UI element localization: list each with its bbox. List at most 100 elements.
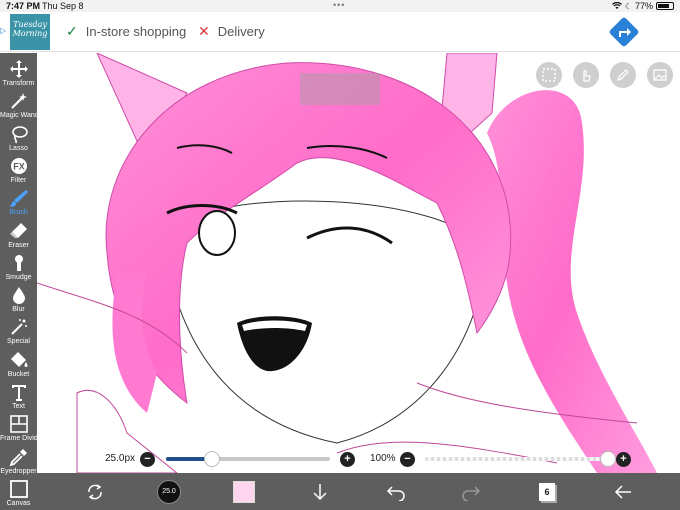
opacity-label: 100% (370, 453, 396, 464)
eyedropper-icon (9, 447, 29, 467)
tool-label: Filter (10, 176, 27, 184)
tool-label: Canvas (6, 499, 31, 507)
redo-icon (462, 486, 481, 501)
tool-canvas[interactable]: Canvas (0, 476, 37, 510)
ruler-button[interactable] (610, 62, 636, 88)
battery-fill (658, 4, 669, 8)
check-icon: ✓ (66, 23, 78, 39)
status-bar: 7:47 PM Thu Sep 8 ••• ☾ 77% (0, 0, 680, 12)
tool-label: Eraser (8, 241, 29, 249)
tool-label: Text (12, 403, 25, 410)
canvas-icon (9, 479, 29, 499)
undo-button[interactable] (382, 478, 410, 506)
rotate-arrows-icon (88, 484, 102, 500)
image-icon (653, 69, 667, 81)
bucket-icon (9, 350, 29, 370)
ad-brand-line2: Morning (12, 29, 48, 38)
brush-size-slider[interactable] (166, 451, 330, 467)
tool-lasso[interactable]: Lasso (0, 121, 37, 155)
tool-bucket[interactable]: Bucket (0, 347, 37, 381)
tool-label: Transform (2, 80, 35, 87)
selection-hint (300, 73, 380, 105)
status-date: Thu Sep 8 (42, 1, 84, 11)
tool-label: Blur (12, 306, 25, 314)
tool-special[interactable]: Special (0, 314, 37, 348)
ad-option-delivery-label: Delivery (217, 24, 265, 39)
current-color-swatch (233, 481, 255, 503)
directions-icon[interactable] (608, 16, 640, 48)
move-icon (9, 59, 29, 79)
ad-banner[interactable]: ▷ Tuesday Morning ✓ In-store shopping ✕ … (0, 12, 680, 52)
status-time: 7:47 PM (6, 1, 41, 11)
tool-eyedropper[interactable]: Eyedropper (0, 444, 37, 478)
tool-label: Lasso (9, 144, 28, 152)
frame-divider-icon (9, 414, 29, 434)
blur-drop-icon (9, 285, 29, 305)
drawing-canvas[interactable] (37, 53, 680, 473)
bottom-toolbar: 25.0 6 (37, 473, 680, 510)
transform-toggle-button[interactable] (81, 478, 109, 506)
layers-button[interactable]: 6 (533, 478, 561, 506)
tool-filter[interactable]: FX Filter (0, 153, 37, 187)
battery-icon (656, 2, 674, 10)
tool-label: Smudge (5, 273, 32, 281)
tool-blur[interactable]: Blur (0, 282, 37, 316)
tool-eraser[interactable]: Eraser (0, 218, 37, 252)
tool-magic-wand[interactable]: Magic Wand (0, 88, 39, 122)
touch-button[interactable] (573, 62, 599, 88)
app-screen: 7:47 PM Thu Sep 8 ••• ☾ 77% ▷ Tuesday Mo… (0, 0, 680, 510)
tool-text[interactable]: Text (0, 379, 37, 413)
dashed-select-icon (542, 68, 556, 82)
brush-preview: 25.0 (157, 480, 181, 504)
ad-brand-line1: Tuesday (13, 20, 47, 29)
size-decrease-button[interactable]: − (140, 452, 155, 467)
brush-slider-row: 25.0px − + 100% − + (100, 449, 640, 469)
tool-smudge[interactable]: Smudge (0, 250, 37, 284)
hand-pointer-icon (583, 70, 591, 82)
ad-option-instore-label: In-store shopping (85, 24, 187, 39)
brush-size-knob[interactable] (204, 451, 220, 467)
opacity-increase-button[interactable]: + (616, 452, 631, 467)
tool-label: Bucket (7, 370, 30, 378)
status-right: ☾ 77% (611, 1, 674, 11)
tool-label: Magic Wand (0, 112, 39, 120)
opacity-decrease-button[interactable]: − (400, 452, 415, 467)
eraser-icon (9, 221, 29, 241)
tool-frame-divider[interactable]: Frame Divider (0, 411, 44, 445)
x-icon: ✕ (198, 23, 210, 39)
magic-wand-icon (9, 91, 29, 111)
lasso-icon (9, 124, 29, 144)
ad-choices-icon[interactable]: ▷ (0, 26, 8, 36)
opacity-slider[interactable] (425, 451, 616, 467)
special-wand-icon (9, 317, 29, 337)
opacity-knob[interactable] (600, 451, 616, 467)
pencil-icon (616, 69, 629, 82)
tool-label: Brush (9, 209, 28, 217)
material-button[interactable] (647, 62, 673, 88)
svg-text:FX: FX (13, 161, 25, 171)
download-button[interactable] (306, 478, 334, 506)
tool-label: Eyedropper (0, 467, 37, 475)
smudge-icon (9, 253, 29, 273)
battery-percent: 77% (634, 1, 653, 11)
tool-sidebar: Transform Magic Wand Lasso FX Filter Brush Era… (0, 53, 44, 510)
arrow-down-icon (313, 484, 327, 501)
color-button[interactable] (230, 478, 258, 506)
ad-option-delivery[interactable]: ✕ Delivery (198, 23, 265, 40)
moon-icon: ☾ (624, 1, 632, 11)
tool-label: Frame Divider (0, 435, 44, 443)
size-increase-button[interactable]: + (340, 452, 355, 467)
redo-button[interactable] (457, 478, 485, 506)
tool-brush[interactable]: Brush (0, 185, 37, 219)
ad-brand-logo[interactable]: Tuesday Morning (10, 14, 50, 50)
brush-preview-button[interactable]: 25.0 (155, 478, 183, 506)
tool-transform[interactable]: Transform (0, 56, 37, 90)
brush-icon (9, 188, 29, 208)
back-button[interactable] (609, 478, 637, 506)
text-icon (9, 382, 29, 402)
artwork-illustration (37, 53, 657, 473)
selection-button[interactable] (536, 62, 562, 88)
multitask-dots-icon[interactable]: ••• (333, 0, 345, 10)
ad-option-instore[interactable]: ✓ In-store shopping (66, 23, 186, 40)
fx-icon: FX (9, 156, 29, 176)
